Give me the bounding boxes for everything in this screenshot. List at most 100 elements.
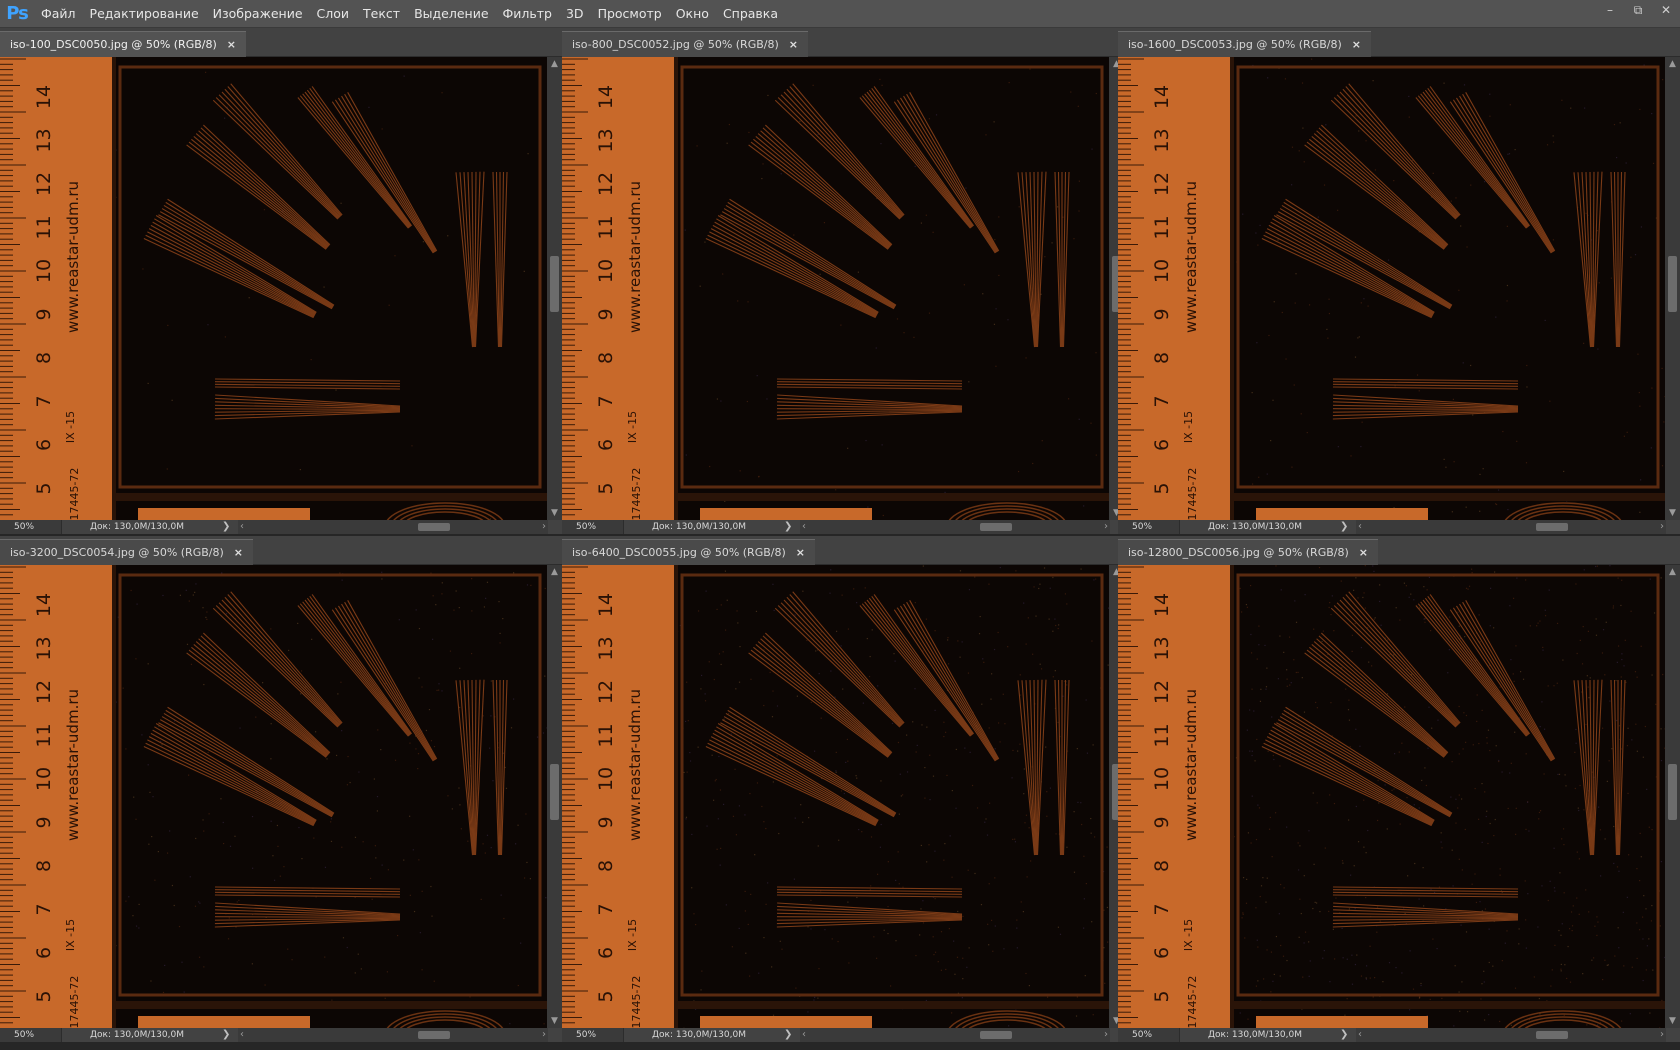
zoom-field[interactable]: 50% — [1118, 520, 1180, 534]
close-tab-icon[interactable]: × — [227, 38, 236, 51]
scroll-left-icon[interactable]: ‹ — [1358, 1028, 1362, 1042]
menu-item-7[interactable]: 3D — [559, 0, 591, 27]
scroll-thumb[interactable] — [418, 523, 450, 531]
menu-item-8[interactable]: Просмотр — [591, 0, 669, 27]
scroll-thumb[interactable] — [1668, 256, 1677, 312]
restore-button[interactable]: ⧉ — [1624, 0, 1652, 20]
scroll-thumb[interactable] — [418, 1031, 450, 1039]
menu-item-6[interactable]: Фильтр — [496, 0, 559, 27]
vertical-scrollbar[interactable]: ▲ ▼ — [1665, 565, 1680, 1028]
ruler-number: 14 — [33, 593, 55, 617]
horizontal-scrollbar[interactable]: ‹ › — [800, 520, 1110, 534]
image-canvas[interactable]: 14 13 12 11 10 9 8 7 6 5 www.reastar-udm.ru IX -15 C… — [0, 57, 547, 520]
status-menu-icon[interactable]: ❯ — [1340, 1028, 1348, 1042]
ruler-number: 12 — [33, 680, 55, 704]
scroll-right-icon[interactable]: › — [1104, 520, 1108, 534]
document-tab[interactable]: iso-100_DSC0050.jpg @ 50% (RGB/8) × — [0, 31, 246, 57]
status-menu-icon[interactable]: ❯ — [784, 1028, 792, 1042]
status-menu-icon[interactable]: ❯ — [222, 520, 230, 534]
document-window[interactable]: iso-100_DSC0050.jpg @ 50% (RGB/8) × 14 13… — [0, 28, 562, 534]
minimize-button[interactable]: – — [1596, 0, 1624, 20]
document-window[interactable]: iso-800_DSC0052.jpg @ 50% (RGB/8) × 14 13… — [562, 28, 1124, 534]
scroll-right-icon[interactable]: › — [1660, 1028, 1664, 1042]
image-canvas[interactable]: 14 13 12 11 10 9 8 7 6 5 www.reastar-udm.ru IX -15 C… — [1118, 565, 1665, 1028]
menu-item-4[interactable]: Текст — [356, 0, 407, 27]
zoom-field[interactable]: 50% — [562, 1028, 624, 1042]
vertical-scrollbar[interactable]: ▲ ▼ — [547, 57, 562, 520]
scroll-left-icon[interactable]: ‹ — [802, 1028, 806, 1042]
close-tab-icon[interactable]: × — [789, 38, 798, 51]
scroll-left-icon[interactable]: ‹ — [1358, 520, 1362, 534]
scroll-down-icon[interactable]: ▼ — [547, 506, 562, 520]
document-tab[interactable]: iso-1600_DSC0053.jpg @ 50% (RGB/8) × — [1118, 31, 1371, 57]
document-tab[interactable]: iso-6400_DSC0055.jpg @ 50% (RGB/8) × — [562, 539, 815, 565]
scroll-thumb[interactable] — [1668, 764, 1677, 820]
menu-item-5[interactable]: Выделение — [407, 0, 495, 27]
document-tab[interactable]: iso-12800_DSC0056.jpg @ 50% (RGB/8) × — [1118, 539, 1378, 565]
document-window[interactable]: iso-12800_DSC0056.jpg @ 50% (RGB/8) × 14… — [1118, 536, 1680, 1042]
scroll-down-icon[interactable]: ▼ — [1665, 1014, 1680, 1028]
scroll-up-icon[interactable]: ▲ — [1665, 57, 1680, 71]
photo-test-chart: 14 13 12 11 10 9 8 7 6 5 www.reastar-udm.ru IX -15 C… — [562, 57, 1109, 520]
menu-item-9[interactable]: Окно — [669, 0, 716, 27]
ruler-number: 5 — [595, 482, 617, 494]
menu-item-3[interactable]: Слои — [310, 0, 357, 27]
document-tab[interactable]: iso-800_DSC0052.jpg @ 50% (RGB/8) × — [562, 31, 808, 57]
ruler-number: 7 — [33, 903, 55, 915]
horizontal-scrollbar[interactable]: ‹ › — [800, 1028, 1110, 1042]
horizontal-scrollbar[interactable]: ‹ › — [1356, 520, 1666, 534]
close-tab-icon[interactable]: × — [1359, 546, 1368, 559]
scroll-thumb[interactable] — [980, 1031, 1012, 1039]
close-tab-icon[interactable]: × — [796, 546, 805, 559]
zoom-field[interactable]: 50% — [1118, 1028, 1180, 1042]
menu-item-10[interactable]: Справка — [716, 0, 785, 27]
zoom-field[interactable]: 50% — [0, 520, 62, 534]
vertical-scrollbar[interactable]: ▲ ▼ — [1665, 57, 1680, 520]
photo-test-chart: 14 13 12 11 10 9 8 7 6 5 www.reastar-udm.ru IX -15 C… — [562, 565, 1109, 1028]
ruler-number: 12 — [33, 172, 55, 196]
status-bar: 50% Док: 130,0M/130,0M ❯ ‹ › — [562, 520, 1124, 534]
scroll-right-icon[interactable]: › — [1104, 1028, 1108, 1042]
doc-size-info: Док: 130,0M/130,0M — [652, 1030, 746, 1040]
scroll-thumb[interactable] — [1536, 1031, 1568, 1039]
scroll-thumb[interactable] — [550, 256, 559, 312]
scroll-left-icon[interactable]: ‹ — [240, 1028, 244, 1042]
vertical-scrollbar[interactable]: ▲ ▼ — [547, 565, 562, 1028]
scroll-left-icon[interactable]: ‹ — [240, 520, 244, 534]
close-tab-icon[interactable]: × — [234, 546, 243, 559]
horizontal-scrollbar[interactable]: ‹ › — [238, 1028, 548, 1042]
scroll-up-icon[interactable]: ▲ — [547, 57, 562, 71]
document-window[interactable]: iso-1600_DSC0053.jpg @ 50% (RGB/8) × 14 1… — [1118, 28, 1680, 534]
scroll-thumb[interactable] — [1536, 523, 1568, 531]
scroll-up-icon[interactable]: ▲ — [547, 565, 562, 579]
document-window[interactable]: iso-6400_DSC0055.jpg @ 50% (RGB/8) × 14 1… — [562, 536, 1124, 1042]
zoom-field[interactable]: 50% — [562, 520, 624, 534]
image-canvas[interactable]: 14 13 12 11 10 9 8 7 6 5 www.reastar-udm.ru IX -15 C… — [562, 565, 1109, 1028]
zoom-field[interactable]: 50% — [0, 1028, 62, 1042]
image-canvas[interactable]: 14 13 12 11 10 9 8 7 6 5 www.reastar-udm.ru IX -15 C… — [0, 565, 547, 1028]
menu-item-0[interactable]: Файл — [34, 0, 83, 27]
scroll-down-icon[interactable]: ▼ — [547, 1014, 562, 1028]
image-canvas[interactable]: 14 13 12 11 10 9 8 7 6 5 www.reastar-udm.ru IX -15 C… — [1118, 57, 1665, 520]
status-menu-icon[interactable]: ❯ — [1340, 520, 1348, 534]
scroll-right-icon[interactable]: › — [542, 520, 546, 534]
document-window[interactable]: iso-3200_DSC0054.jpg @ 50% (RGB/8) × 14 1… — [0, 536, 562, 1042]
scroll-right-icon[interactable]: › — [542, 1028, 546, 1042]
horizontal-scrollbar[interactable]: ‹ › — [1356, 1028, 1666, 1042]
scroll-right-icon[interactable]: › — [1660, 520, 1664, 534]
document-tab[interactable]: iso-3200_DSC0054.jpg @ 50% (RGB/8) × — [0, 539, 253, 565]
menu-item-2[interactable]: Изображение — [206, 0, 310, 27]
status-menu-icon[interactable]: ❯ — [784, 520, 792, 534]
scroll-down-icon[interactable]: ▼ — [1665, 506, 1680, 520]
ruler-number: 7 — [1151, 903, 1173, 915]
menu-item-1[interactable]: Редактирование — [83, 0, 206, 27]
close-window-button[interactable]: ✕ — [1652, 0, 1680, 20]
scroll-left-icon[interactable]: ‹ — [802, 520, 806, 534]
close-tab-icon[interactable]: × — [1352, 38, 1361, 51]
status-menu-icon[interactable]: ❯ — [222, 1028, 230, 1042]
scroll-up-icon[interactable]: ▲ — [1665, 565, 1680, 579]
scroll-thumb[interactable] — [550, 764, 559, 820]
image-canvas[interactable]: 14 13 12 11 10 9 8 7 6 5 www.reastar-udm.ru IX -15 C… — [562, 57, 1109, 520]
scroll-thumb[interactable] — [980, 523, 1012, 531]
horizontal-scrollbar[interactable]: ‹ › — [238, 520, 548, 534]
